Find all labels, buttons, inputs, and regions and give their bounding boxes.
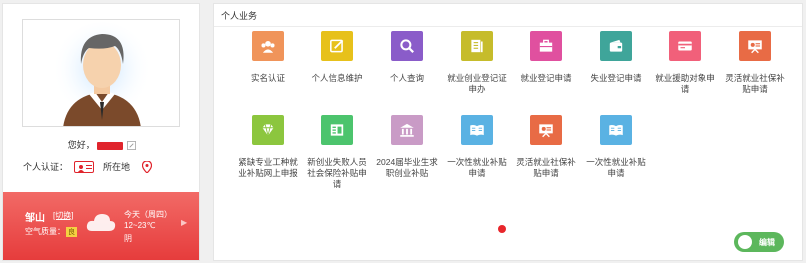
diamond-icon [252, 115, 284, 145]
service-item[interactable]: 一次性就业补贴申请 [583, 115, 649, 179]
bank-icon [391, 115, 423, 145]
service-label: 一次性就业补贴申请 [447, 157, 507, 178]
air-quality-label: 空气质量： [25, 227, 65, 236]
service-label: 新创业失败人员社会保险补贴申请 [307, 157, 367, 189]
wallet-icon [600, 31, 632, 61]
service-item[interactable]: 就业创业登记证申办 [444, 31, 510, 95]
verify-row: 个人认证： 所在地 [23, 160, 153, 173]
weather-today: 今天（周四） [124, 210, 172, 219]
service-item[interactable]: 一次性就业补贴申请 [444, 115, 510, 179]
briefcase-icon [530, 31, 562, 61]
service-item[interactable]: 个人查询 [374, 31, 440, 84]
service-label: 2024届毕业生求职创业补贴 [376, 157, 438, 178]
presentation-icon [530, 115, 562, 145]
toggle-knob [738, 235, 752, 249]
greeting-text: 您好， [67, 140, 95, 150]
weather-city: 邹山 [25, 213, 45, 224]
service-label: 失业登记申请 [590, 73, 642, 83]
air-quality-badge: 良 [66, 227, 77, 237]
greeting: 您好， [3, 138, 201, 151]
service-label: 灵活就业社保补贴申请 [516, 157, 576, 178]
service-item[interactable]: 就业援助对象申请 [652, 31, 718, 95]
service-item[interactable]: 灵活就业社保补贴申请 [513, 115, 579, 179]
service-label: 一次性就业补贴申请 [586, 157, 646, 178]
service-item[interactable]: 失业登记申请 [583, 31, 649, 84]
pencil-icon[interactable] [127, 141, 137, 151]
service-label: 灵活就业社保补贴申请 [725, 73, 785, 94]
edit-toggle[interactable]: 编辑 [734, 232, 784, 252]
weather-more-arrow[interactable]: ▶ [181, 218, 187, 227]
user-name [96, 141, 123, 150]
divider [214, 26, 802, 27]
personal-services-panel: 个人业务 实名认证 个人信息维护 个人查询 就业创业登记证申办 就业登记申请 失业登记申请… [213, 3, 803, 261]
book-icon [600, 115, 632, 145]
service-item[interactable]: 就业登记申请 [513, 31, 579, 84]
weather-temperature: 12~23℃ [124, 221, 156, 230]
weather-switch-link[interactable]: [切换] [53, 210, 73, 221]
edit-icon [321, 31, 353, 61]
service-item[interactable]: 实名认证 [235, 31, 301, 84]
edit-label: 编辑 [759, 237, 775, 247]
users-icon [252, 31, 284, 61]
presentation-icon [739, 31, 771, 61]
avatar-illustration [52, 22, 152, 126]
weather-widget: 邹山 [切换] 空气质量：良 今天（周四） 12~23℃ 阴 ▶ [3, 192, 199, 260]
id-card-icon[interactable] [74, 160, 95, 173]
service-label: 个人信息维护 [311, 73, 363, 83]
service-item[interactable]: 新创业失败人员社会保险补贴申请 [304, 115, 370, 190]
service-item[interactable]: 紧缺专业工种就业补贴网上申报 [235, 115, 301, 179]
service-label: 就业创业登记证申办 [447, 73, 507, 94]
panel-title: 个人业务 [221, 11, 258, 21]
service-label: 就业登记申请 [520, 73, 572, 83]
cloud-icon [86, 214, 116, 231]
pager-dot[interactable] [498, 225, 506, 233]
sheet-icon [321, 115, 353, 145]
service-label: 实名认证 [250, 73, 285, 83]
service-label: 紧缺专业工种就业补贴网上申报 [238, 157, 298, 178]
card-icon [669, 31, 701, 61]
service-label: 就业援助对象申请 [655, 73, 715, 94]
service-label: 个人查询 [389, 73, 424, 83]
location-label: 所在地 [103, 162, 131, 172]
weather-condition: 阴 [124, 234, 132, 243]
verify-label: 个人认证： [23, 162, 69, 172]
avatar [22, 19, 180, 127]
service-item[interactable]: 2024届毕业生求职创业补贴 [374, 115, 440, 179]
profile-panel: 您好， 个人认证： 所在地 邹山 [切换] 空气质量：良 今天（周四） 12~2… [2, 3, 200, 261]
search-icon [391, 31, 423, 61]
document-icon [461, 31, 493, 61]
service-item[interactable]: 灵活就业社保补贴申请 [722, 31, 788, 95]
location-pin-icon[interactable] [142, 160, 153, 173]
air-quality: 空气质量：良 [25, 226, 77, 237]
service-item[interactable]: 个人信息维护 [304, 31, 370, 84]
book-icon [461, 115, 493, 145]
